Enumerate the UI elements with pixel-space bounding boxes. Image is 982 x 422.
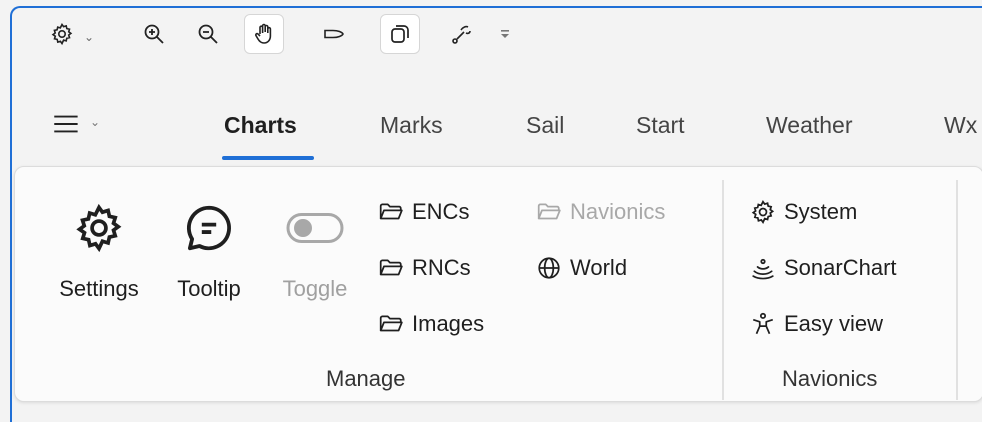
tab-charts[interactable]: Charts <box>224 112 297 152</box>
menu-dropdown-icon: ⌄ <box>90 115 101 129</box>
easy-view-button[interactable]: Easy view <box>750 304 883 344</box>
group-separator <box>956 180 958 400</box>
world-label: World <box>570 255 628 280</box>
hamburger-icon <box>54 115 78 133</box>
hand-icon <box>255 23 272 44</box>
selected-tab-indicator <box>222 156 314 160</box>
sonarchart-label: SonarChart <box>784 255 897 280</box>
navionics-group-label: Navionics <box>782 366 878 391</box>
world-button[interactable]: World <box>536 248 627 288</box>
globe-icon <box>538 257 560 279</box>
toggle-switch-icon <box>286 213 344 243</box>
encs-button[interactable]: ENCs <box>378 192 469 232</box>
easy-view-label: Easy view <box>784 311 884 336</box>
ribbon-menu-button[interactable]: ⌄ <box>50 104 120 144</box>
accessibility-icon <box>752 312 774 335</box>
zoom-out-icon <box>198 24 218 44</box>
navionics-folder-label: Navionics <box>570 199 666 224</box>
sonar-waves-icon <box>752 258 774 280</box>
quick-settings-dropdown-icon[interactable]: ⌄ <box>84 30 94 44</box>
route-icon <box>452 25 471 44</box>
group-separator <box>722 180 724 400</box>
system-button[interactable]: System <box>750 192 857 232</box>
gear-icon <box>51 22 73 46</box>
zoom-in-button[interactable] <box>134 14 174 54</box>
images-button[interactable]: Images <box>378 304 484 344</box>
zoom-in-icon <box>144 24 164 44</box>
system-label: System <box>784 199 858 224</box>
encs-label: ENCs <box>412 199 470 224</box>
tab-wx[interactable]: Wx <box>944 112 982 152</box>
tab-marks[interactable]: Marks <box>380 112 443 152</box>
window-stack-icon <box>391 25 409 43</box>
quick-access-overflow-button[interactable] <box>490 14 520 54</box>
tab-sail[interactable]: Sail <box>526 112 564 152</box>
tab-start[interactable]: Start <box>636 112 685 152</box>
window-stack-button[interactable] <box>380 14 420 54</box>
folder-icon <box>379 203 403 220</box>
navionics-folder-button[interactable]: Navionics <box>536 192 665 232</box>
pan-button[interactable] <box>244 14 284 54</box>
settings-label: Settings <box>59 276 139 301</box>
rncs-button[interactable]: RNCs <box>378 248 471 288</box>
tooltip-label: Tooltip <box>177 276 241 301</box>
gear-icon <box>76 203 122 253</box>
overflow-icon <box>501 30 509 38</box>
tooltip-button[interactable]: Tooltip <box>164 192 254 322</box>
gear-icon <box>751 200 775 224</box>
folder-icon <box>379 315 403 332</box>
route-button[interactable] <box>442 14 482 54</box>
manage-group-label: Manage <box>326 366 406 391</box>
boat-icon <box>324 29 344 39</box>
boat-button[interactable] <box>314 14 354 54</box>
sonarchart-button[interactable]: SonarChart <box>750 248 897 288</box>
toggle-label: Toggle <box>282 276 348 301</box>
chat-bubble-icon <box>186 205 231 251</box>
tab-weather[interactable]: Weather <box>766 112 853 152</box>
zoom-out-button[interactable] <box>188 14 228 54</box>
folder-icon <box>537 203 561 220</box>
settings-button[interactable]: Settings <box>46 192 152 322</box>
quick-access-toolbar: ⌄ <box>0 0 982 80</box>
quick-settings-button[interactable] <box>42 14 82 54</box>
images-label: Images <box>412 311 485 336</box>
rncs-label: RNCs <box>412 255 471 280</box>
toggle-button[interactable]: Toggle <box>270 192 360 322</box>
folder-icon <box>379 259 403 276</box>
